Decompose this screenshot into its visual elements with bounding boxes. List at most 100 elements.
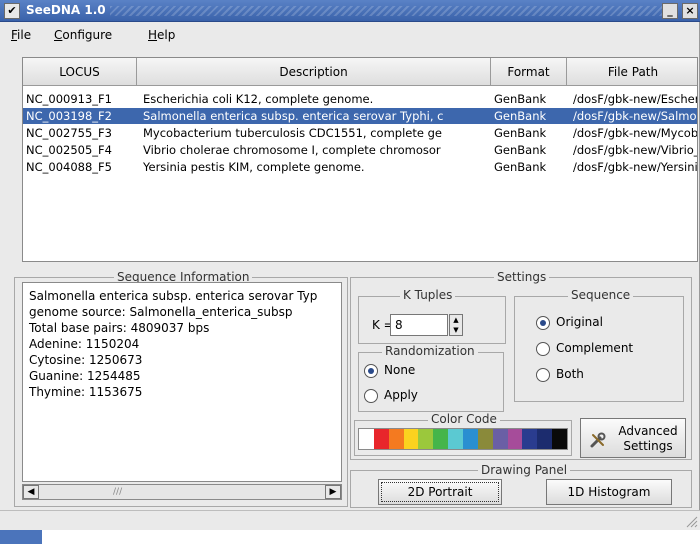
window-title: SeeDNA 1.0: [26, 3, 106, 17]
sequence-label: Sequence: [568, 288, 634, 302]
ktuples-label: K Tuples: [400, 288, 456, 302]
sequence-complement-radio[interactable]: [536, 342, 550, 356]
cell-description: Yersinia pestis KIM, complete genome.: [143, 160, 365, 174]
seq-info-line: Cytosine: 1250673: [29, 353, 143, 367]
column-header-file-path[interactable]: File Path: [567, 58, 697, 86]
seq-info-line: Adenine: 1150204: [29, 337, 140, 351]
settings-label: Settings: [494, 270, 550, 284]
status-bar: [0, 510, 700, 530]
sequence-original-label: Original: [556, 315, 603, 329]
randomization-none-radio[interactable]: [364, 364, 378, 378]
color-swatch: [492, 429, 508, 449]
menu-bar: File Configure Help: [0, 22, 700, 48]
scroll-left-icon[interactable]: ◀: [23, 485, 39, 499]
genome-table: LOCUS Description Format File Path NC_00…: [22, 57, 698, 262]
menu-configure[interactable]: Configure: [54, 28, 112, 42]
window-menu-icon[interactable]: ✔: [4, 3, 20, 19]
wrench-screwdriver-icon: [590, 432, 606, 448]
cell-file-path: /dosF/gbk-new/Mycoba: [573, 126, 698, 140]
resize-grip-icon[interactable]: [684, 514, 698, 528]
cell-file-path: /dosF/gbk-new/Yersinia: [573, 160, 698, 174]
cell-format: GenBank: [494, 92, 547, 106]
ktuples-spinner[interactable]: ▲ ▼: [449, 314, 463, 336]
table-row[interactable]: NC_002755_F3 Mycobacterium tuberculosis …: [23, 125, 698, 141]
cell-description: Vibrio cholerae chromosome I, complete c…: [143, 143, 441, 157]
randomization-apply-label: Apply: [384, 388, 418, 402]
table-row[interactable]: NC_002505_F4 Vibrio cholerae chromosome …: [23, 142, 698, 158]
cell-file-path: /dosF/gbk-new/Vibrio_c: [573, 143, 698, 157]
cell-description: Salmonella enterica subsp. enterica sero…: [143, 109, 444, 123]
column-header-format[interactable]: Format: [491, 58, 567, 86]
drawing-panel-label: Drawing Panel: [478, 463, 571, 477]
taskbar-item[interactable]: [0, 530, 42, 544]
minimize-icon[interactable]: _: [662, 3, 678, 19]
table-row-selected[interactable]: NC_003198_F2 Salmonella enterica subsp. …: [23, 108, 698, 124]
seq-info-line: Total base pairs: 4809037 bps: [29, 321, 210, 335]
cell-format: GenBank: [494, 126, 547, 140]
table-row[interactable]: NC_004088_F5 Yersinia pestis KIM, comple…: [23, 159, 698, 175]
close-icon[interactable]: ×: [682, 3, 698, 19]
sequence-both-label: Both: [556, 367, 584, 381]
spinner-down-icon[interactable]: ▼: [450, 325, 462, 335]
sequence-information-text[interactable]: Salmonella enterica subsp. enterica sero…: [22, 282, 342, 482]
title-bar-stripes: [110, 6, 670, 16]
advanced-settings-text: Advanced Settings: [611, 424, 685, 454]
cell-format: GenBank: [494, 143, 547, 157]
color-swatch: [448, 429, 464, 449]
cell-locus: NC_004088_F5: [26, 160, 112, 174]
sequence-original-radio[interactable]: [536, 316, 550, 330]
column-header-locus[interactable]: LOCUS: [23, 58, 137, 86]
cell-locus: NC_002755_F3: [26, 126, 112, 140]
scroll-grip[interactable]: ///: [113, 485, 122, 499]
cell-locus: NC_000913_F1: [26, 92, 112, 106]
spinner-up-icon[interactable]: ▲: [450, 315, 462, 325]
cell-locus: NC_003198_F2: [26, 109, 112, 123]
color-swatch: [359, 429, 374, 449]
menu-help-mnemonic: H: [148, 28, 158, 42]
menu-help-label: elp: [157, 28, 176, 42]
menu-configure-label: onfigure: [62, 28, 113, 42]
cell-locus: NC_002505_F4: [26, 143, 112, 157]
sequence-both-radio[interactable]: [536, 368, 550, 382]
color-swatch: [388, 429, 404, 449]
menu-file[interactable]: File: [11, 28, 31, 42]
table-header: LOCUS Description Format File Path: [23, 58, 697, 86]
color-swatch: [477, 429, 493, 449]
color-swatch: [403, 429, 419, 449]
color-swatch: [522, 429, 538, 449]
scroll-right-icon[interactable]: ▶: [325, 485, 341, 499]
color-swatch: [537, 429, 553, 449]
cell-file-path: /dosF/gbk-new/Escheric: [573, 92, 698, 106]
table-row[interactable]: NC_000913_F1 Escherichia coli K12, compl…: [23, 91, 698, 107]
title-bar[interactable]: ✔ SeeDNA 1.0 _ ×: [0, 0, 700, 22]
color-swatch: [463, 429, 478, 449]
randomization-apply-radio[interactable]: [364, 389, 378, 403]
advanced-settings-button[interactable]: Advanced Settings: [580, 418, 686, 458]
color-code-label: Color Code: [428, 412, 500, 426]
randomization-label: Randomization: [382, 344, 478, 358]
seq-info-line: Salmonella enterica subsp. enterica sero…: [29, 289, 318, 303]
2d-portrait-button[interactable]: 2D Portrait: [378, 479, 502, 505]
cell-description: Escherichia coli K12, complete genome.: [143, 92, 374, 106]
color-swatch: [418, 429, 434, 449]
sequence-complement-label: Complement: [556, 341, 634, 355]
color-swatch: [433, 429, 449, 449]
menu-help[interactable]: Help: [148, 28, 175, 42]
1d-histogram-button[interactable]: 1D Histogram: [546, 479, 672, 505]
seq-info-line: Thymine: 1153675: [29, 385, 143, 399]
cell-format: GenBank: [494, 109, 547, 123]
cell-description: Mycobacterium tuberculosis CDC1551, comp…: [143, 126, 442, 140]
color-swatch: [373, 429, 389, 449]
color-code-swatches: [358, 428, 568, 450]
horizontal-scrollbar[interactable]: ◀ /// ▶: [22, 484, 342, 500]
seq-info-line: Guanine: 1254485: [29, 369, 141, 383]
seedna-window: ✔ SeeDNA 1.0 _ × File Configure Help LOC…: [0, 0, 700, 530]
ktuples-input[interactable]: 8: [390, 314, 448, 336]
menu-file-label: ile: [17, 28, 32, 42]
color-swatch: [507, 429, 523, 449]
advanced-settings-line2: Settings: [623, 439, 673, 453]
column-header-description[interactable]: Description: [137, 58, 491, 86]
color-swatch: [552, 429, 568, 449]
randomization-group: [358, 352, 504, 412]
cell-file-path: /dosF/gbk-new/Salmone: [573, 109, 698, 123]
